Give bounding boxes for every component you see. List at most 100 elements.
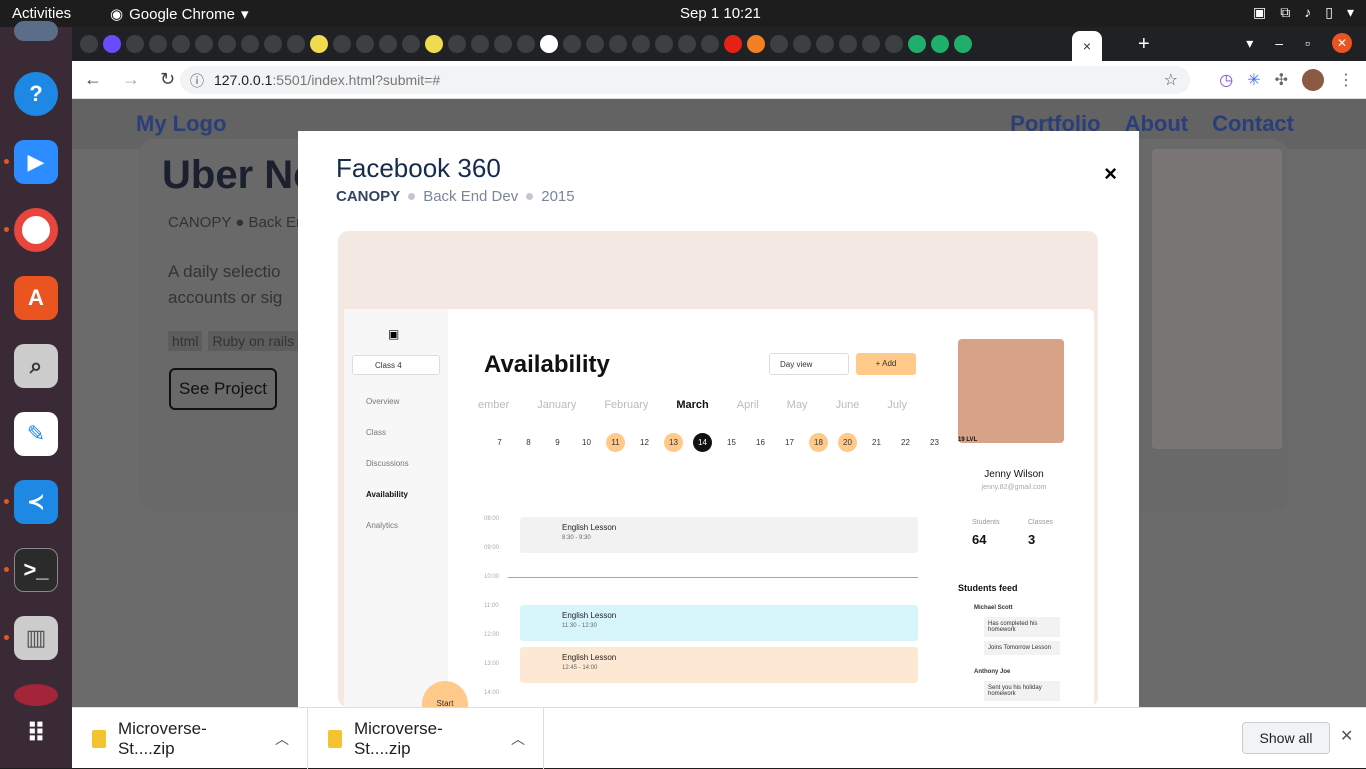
month: April <box>736 399 759 411</box>
profile-avatar[interactable] <box>1302 69 1324 91</box>
downloads-close-icon[interactable]: ✕ <box>1340 726 1353 746</box>
tab-favicon[interactable] <box>655 35 673 53</box>
tab-favicon[interactable] <box>471 35 489 53</box>
archive-manager-icon[interactable]: ▥ <box>14 616 58 660</box>
history-icon[interactable]: ◷ <box>1219 70 1233 90</box>
help-icon[interactable]: ? <box>14 72 58 116</box>
vscode-icon[interactable]: ≺ <box>14 480 58 524</box>
tab-favicon[interactable] <box>310 35 328 53</box>
tab-favicon[interactable] <box>586 35 604 53</box>
extensions-puzzle-icon[interactable]: ✣ <box>1275 70 1288 90</box>
tab-favicon[interactable] <box>448 35 466 53</box>
app-icon[interactable] <box>14 684 58 706</box>
downloads-bar: Microverse-St....zip ︿ Microverse-St....z… <box>72 707 1366 769</box>
tab-favicon[interactable] <box>540 35 558 53</box>
maximize-icon[interactable]: ▫ <box>1305 35 1310 51</box>
current-time-line <box>508 577 918 578</box>
software-center-icon[interactable]: A <box>14 276 58 320</box>
show-all-button[interactable]: Show all <box>1242 722 1330 754</box>
window-close-icon[interactable]: ✕ <box>1332 33 1352 53</box>
show-apps-icon[interactable]: ⠿ <box>14 711 58 755</box>
tab-favicon[interactable] <box>172 35 190 53</box>
menu-kebab-icon[interactable]: ⋮ <box>1338 70 1354 90</box>
tab-favicon[interactable] <box>80 35 98 53</box>
tab-favicon[interactable] <box>701 35 719 53</box>
tab-favicon[interactable] <box>770 35 788 53</box>
bookmark-star-icon[interactable]: ☆ <box>1164 70 1178 90</box>
battery-icon[interactable]: ▯ <box>1325 4 1333 21</box>
tab-favicon[interactable] <box>264 35 282 53</box>
forward-icon[interactable]: → <box>122 69 140 90</box>
extension-badge-icon[interactable]: ✳ <box>1247 70 1260 90</box>
tab-search-icon[interactable]: ▾ <box>1246 35 1253 52</box>
tab-favicon[interactable] <box>333 35 351 53</box>
site-logo[interactable]: My Logo <box>136 111 226 137</box>
tag: Ruby on rails <box>208 331 299 351</box>
day: 17 <box>785 438 794 447</box>
new-tab-button[interactable]: + <box>1138 33 1150 56</box>
tab-favicon[interactable] <box>563 35 581 53</box>
volume-icon[interactable]: ♪ <box>1304 4 1311 21</box>
system-tray[interactable]: ▣ ⧉ ♪ ▯ ▾ <box>1253 4 1354 21</box>
terminal-icon[interactable]: >_ <box>14 548 58 592</box>
tab-favicon[interactable] <box>379 35 397 53</box>
tab-favicon[interactable] <box>241 35 259 53</box>
menu-contact[interactable]: Contact <box>1212 111 1294 137</box>
tab-favicon[interactable] <box>609 35 627 53</box>
tab-favicon[interactable] <box>126 35 144 53</box>
tab-favicon[interactable] <box>149 35 167 53</box>
tab-favicon[interactable] <box>839 35 857 53</box>
tab-favicon[interactable] <box>954 35 972 53</box>
reload-icon[interactable]: ↻ <box>160 69 175 90</box>
nav-availability: Availability <box>366 490 408 499</box>
tab-favicon[interactable] <box>862 35 880 53</box>
tab-favicon[interactable] <box>425 35 443 53</box>
modal-close-icon[interactable]: × <box>1104 161 1117 187</box>
tab-favicon[interactable] <box>517 35 535 53</box>
tab-favicon[interactable] <box>402 35 420 53</box>
tab-favicon[interactable] <box>793 35 811 53</box>
tab-favicon[interactable] <box>494 35 512 53</box>
tab-favicon[interactable] <box>103 35 121 53</box>
back-icon[interactable]: ← <box>84 69 102 90</box>
see-project-button[interactable]: See Project <box>169 368 277 410</box>
zoom-icon[interactable]: ▶ <box>14 140 58 184</box>
power-menu-icon[interactable]: ▾ <box>1347 4 1354 21</box>
search-icon[interactable]: ⌕ <box>14 344 58 388</box>
tab-favicon[interactable] <box>885 35 903 53</box>
chevron-up-icon[interactable]: ︿ <box>275 729 289 749</box>
month: July <box>887 399 907 411</box>
download-item[interactable]: Microverse-St....zip ︿ <box>308 708 544 769</box>
day: 8 <box>526 438 531 447</box>
minimize-icon[interactable]: – <box>1275 35 1283 51</box>
text-editor-icon[interactable]: ✎ <box>14 412 58 456</box>
address-bar[interactable]: ⓘ 127.0.0.1:5501/index.html?submit=# ☆ <box>180 66 1190 94</box>
tab-favicon[interactable] <box>908 35 926 53</box>
tab-favicon[interactable] <box>816 35 834 53</box>
tab-favicon[interactable] <box>218 35 236 53</box>
network-icon[interactable]: ⧉ <box>1280 4 1290 21</box>
tab-favicon[interactable] <box>678 35 696 53</box>
description-line: A daily selectio <box>168 262 281 281</box>
time-label: 08:00 <box>484 516 500 522</box>
tab-favicon[interactable] <box>931 35 949 53</box>
tab-close-icon[interactable]: × <box>1083 38 1091 54</box>
app-menu[interactable]: ◉ Google Chrome ▾ <box>110 5 249 24</box>
tab-favicon[interactable] <box>356 35 374 53</box>
info-icon[interactable]: ⓘ <box>190 71 204 91</box>
files-icon[interactable] <box>14 21 58 41</box>
chevron-up-icon[interactable]: ︿ <box>511 729 525 749</box>
tab-favicon[interactable] <box>724 35 742 53</box>
download-item[interactable]: Microverse-St....zip ︿ <box>72 708 308 769</box>
tab-favicon[interactable] <box>287 35 305 53</box>
active-tab[interactable]: × <box>1072 31 1102 61</box>
chrome-icon[interactable] <box>14 208 58 252</box>
activities-button[interactable]: Activities <box>12 5 71 22</box>
zoom-tray-icon[interactable]: ▣ <box>1253 4 1266 21</box>
clock[interactable]: Sep 1 10:21 <box>680 5 761 22</box>
month: January <box>537 399 577 411</box>
tab-favicon[interactable] <box>632 35 650 53</box>
day: 9 <box>555 438 560 447</box>
tab-favicon[interactable] <box>195 35 213 53</box>
tab-favicon[interactable] <box>747 35 765 53</box>
